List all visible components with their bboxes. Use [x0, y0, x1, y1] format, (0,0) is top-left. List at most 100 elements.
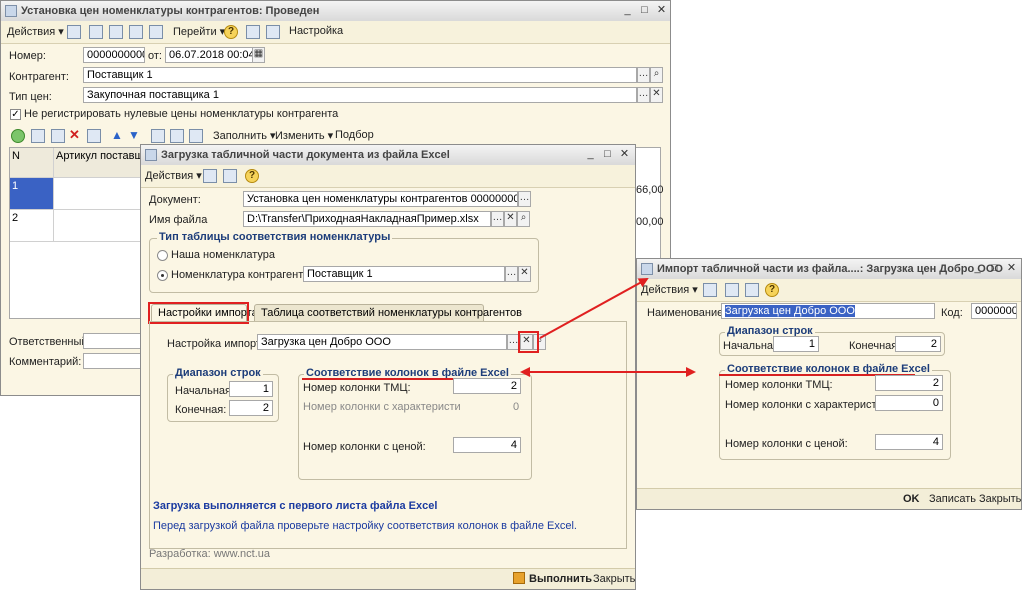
select-button[interactable]: …	[491, 211, 504, 227]
sort-asc-icon[interactable]	[151, 129, 165, 143]
fill-menu[interactable]: Заполнить ▾	[213, 129, 276, 142]
price-cell[interactable]: 00,00	[636, 216, 664, 228]
move-down-icon[interactable]: ▼	[128, 129, 142, 143]
code-field[interactable]: 00000000	[971, 303, 1017, 319]
comment-field[interactable]	[83, 353, 141, 369]
run-button[interactable]: Выполнить	[529, 573, 592, 585]
open-file-icon[interactable]	[203, 169, 217, 183]
clear-icon[interactable]: ✕	[504, 211, 517, 227]
developer-link[interactable]: Разработка: www.nct.ua	[149, 548, 270, 560]
zero-price-checkbox[interactable]: ✓	[10, 109, 21, 120]
edit-row-icon[interactable]	[51, 129, 65, 143]
copy-icon[interactable]	[745, 283, 759, 297]
select-button[interactable]: Подбор	[335, 129, 374, 141]
code-label: Код:	[941, 307, 963, 319]
save-icon[interactable]	[67, 25, 81, 39]
calendar-icon[interactable]: ▦	[252, 47, 265, 63]
col-char-field[interactable]: 0	[875, 395, 943, 411]
range-group-title: Диапазон строк	[173, 367, 263, 379]
counterparty-field[interactable]: Поставщик 1	[83, 67, 637, 83]
counterparty-field[interactable]: Поставщик 1	[303, 266, 505, 282]
table-row-cell[interactable]	[54, 210, 146, 242]
maximize-icon[interactable]: □	[638, 4, 651, 17]
price-cell[interactable]: 66,00	[636, 184, 664, 196]
help-icon[interactable]: ?	[765, 283, 779, 297]
sort-desc-icon[interactable]	[170, 129, 184, 143]
select-button[interactable]: …	[637, 67, 650, 83]
tab-mapping-table[interactable]: Таблица соответствий номенклатуры контра…	[254, 304, 522, 321]
save-button[interactable]: Записать	[929, 493, 976, 505]
properties-icon[interactable]	[266, 25, 280, 39]
move-up-icon[interactable]: ▲	[111, 129, 125, 143]
checkbox-label: Не регистрировать нулевые цены номенклат…	[24, 108, 339, 120]
load-icon[interactable]	[223, 169, 237, 183]
save-icon[interactable]	[703, 283, 717, 297]
col-price-field[interactable]: 4	[875, 434, 943, 450]
clear-icon[interactable]: ✕	[518, 266, 531, 282]
end-edit-icon[interactable]	[87, 129, 101, 143]
close-icon[interactable]: ✕	[655, 4, 668, 17]
price-type-field[interactable]: Закупочная поставщика 1	[83, 87, 637, 103]
settings-button[interactable]: Настройка	[289, 25, 343, 37]
change-menu[interactable]: Изменить ▾	[275, 129, 333, 142]
help-icon[interactable]: ?	[245, 169, 259, 183]
minimize-icon[interactable]: _	[621, 4, 634, 17]
column-header-n[interactable]: N	[10, 148, 54, 178]
search-icon[interactable]: ⌕	[650, 67, 663, 83]
actions-menu[interactable]: Действия ▾	[7, 25, 64, 38]
maximize-icon[interactable]: □	[988, 262, 1001, 275]
name-field[interactable]: Загрузка цен Добро ООО	[721, 303, 935, 319]
col-price-label: Номер колонки с ценой:	[303, 441, 426, 453]
goto-menu[interactable]: Перейти ▾	[173, 25, 225, 38]
date-field[interactable]: 06.07.2018 00:04:34	[165, 47, 253, 63]
close-button[interactable]: Закрыть	[979, 493, 1021, 505]
minimize-icon[interactable]: _	[584, 148, 597, 161]
table-row-cell[interactable]: 2	[10, 210, 54, 242]
close-button[interactable]: Закрыть	[593, 573, 635, 585]
select-button[interactable]: …	[518, 191, 531, 207]
col-tmc-field[interactable]: 2	[875, 375, 943, 391]
close-icon[interactable]: ✕	[618, 148, 631, 161]
column-header-article[interactable]: Артикул поставщик	[54, 148, 146, 178]
start-row-field[interactable]: 1	[773, 336, 819, 352]
responsible-field[interactable]	[83, 333, 141, 349]
refresh-icon[interactable]	[149, 25, 163, 39]
add-row-icon[interactable]	[11, 129, 25, 143]
radio-counterparty-nomenclature[interactable]	[157, 270, 168, 281]
col-price-label: Номер колонки с ценой:	[725, 438, 848, 450]
table-row-cell[interactable]: 1	[10, 178, 54, 210]
import-setting-field[interactable]: Загрузка цен Добро ООО	[257, 334, 507, 350]
delete-row-icon[interactable]: ✕	[69, 128, 83, 143]
copy-row-icon[interactable]	[31, 129, 45, 143]
col-tmc-field[interactable]: 2	[453, 378, 521, 394]
responsible-label: Ответственный:	[9, 336, 91, 348]
clear-icon[interactable]: ✕	[650, 87, 663, 103]
highlight-box	[518, 331, 539, 353]
radio-our-nomenclature[interactable]	[157, 250, 168, 261]
maximize-icon[interactable]: □	[601, 148, 614, 161]
actions-menu[interactable]: Действия ▾	[145, 169, 202, 182]
start-row-field[interactable]: 1	[229, 381, 273, 397]
close-icon[interactable]: ✕	[1005, 262, 1018, 275]
list-icon[interactable]	[246, 25, 260, 39]
search-icon[interactable]: ⌕	[517, 211, 530, 227]
help-icon[interactable]: ?	[224, 25, 238, 39]
col-price-field[interactable]: 4	[453, 437, 521, 453]
structure-icon[interactable]	[129, 25, 143, 39]
copy-icon[interactable]	[109, 25, 123, 39]
ok-button[interactable]: OK	[903, 493, 920, 505]
end-row-field[interactable]: 2	[229, 400, 273, 416]
table-row-cell[interactable]	[54, 178, 146, 210]
table-settings-icon[interactable]	[189, 129, 203, 143]
actions-menu[interactable]: Действия ▾	[641, 283, 698, 296]
select-button[interactable]: …	[637, 87, 650, 103]
file-field[interactable]: D:\Transfer\ПриходнаяНакладнаяПример.xls…	[243, 211, 491, 227]
select-button[interactable]: …	[505, 266, 518, 282]
post-icon[interactable]	[89, 25, 103, 39]
document-label: Документ:	[149, 194, 201, 206]
end-row-field[interactable]: 2	[895, 336, 941, 352]
refresh-icon[interactable]	[725, 283, 739, 297]
minimize-icon[interactable]: _	[971, 262, 984, 275]
number-field[interactable]: 00000000001	[83, 47, 145, 63]
document-field[interactable]: Установка цен номенклатуры контрагентов …	[243, 191, 518, 207]
